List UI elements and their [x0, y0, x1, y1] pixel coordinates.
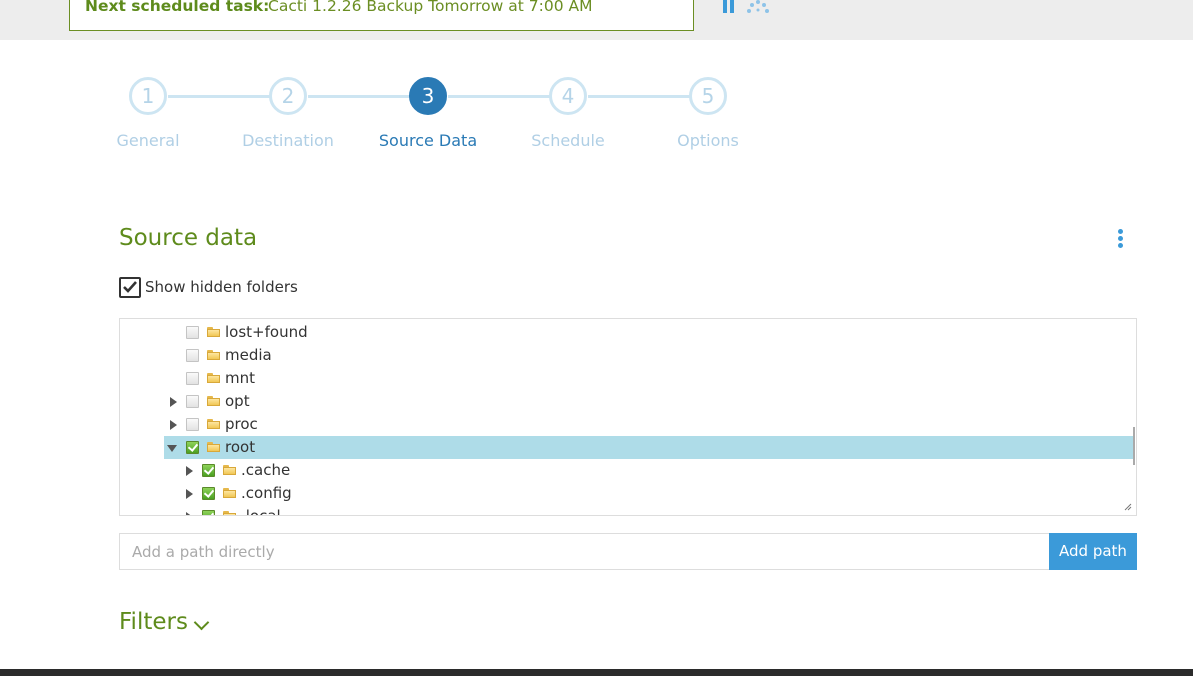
folder-icon	[207, 350, 220, 360]
node-label[interactable]: .config	[241, 484, 292, 502]
node-label[interactable]: media	[225, 346, 272, 364]
step-connector	[588, 95, 690, 98]
chevron-down-icon[interactable]	[193, 614, 210, 631]
step-4-circle[interactable]: 4	[549, 77, 587, 115]
expand-arrow-icon[interactable]	[170, 420, 177, 430]
node-checkbox[interactable]	[202, 464, 215, 477]
expand-arrow-icon[interactable]	[186, 512, 193, 515]
tree-node[interactable]: .config	[120, 482, 1136, 505]
node-label[interactable]: proc	[225, 415, 258, 433]
step-2-label[interactable]: Destination	[218, 131, 358, 150]
step-2-circle[interactable]: 2	[269, 77, 307, 115]
folder-icon	[207, 442, 220, 452]
tree-node[interactable]: mnt	[120, 367, 1136, 390]
tree-node[interactable]: proc	[120, 413, 1136, 436]
pause-icon[interactable]	[722, 0, 736, 13]
next-task-value[interactable]: Cacti 1.2.26 Backup Tomorrow at 7:00 AM	[268, 0, 592, 15]
folder-icon	[207, 327, 220, 337]
next-task-label: Next scheduled task:	[85, 0, 270, 15]
resize-handle-icon[interactable]	[1124, 503, 1132, 511]
node-checkbox[interactable]	[186, 326, 199, 339]
node-checkbox[interactable]	[186, 372, 199, 385]
step-connector	[308, 95, 410, 98]
expand-arrow-icon[interactable]	[186, 466, 193, 476]
folder-icon	[207, 419, 220, 429]
tree-node[interactable]: media	[120, 344, 1136, 367]
step-connector	[448, 95, 550, 98]
node-label[interactable]: .cache	[241, 461, 290, 479]
tree-node[interactable]: .cache	[120, 459, 1136, 482]
expand-arrow-icon[interactable]	[186, 489, 193, 499]
filters-heading[interactable]: Filters	[119, 609, 188, 635]
node-checkbox[interactable]	[202, 487, 215, 500]
expand-arrow-icon[interactable]	[170, 397, 177, 407]
checkmark-icon	[123, 281, 137, 293]
node-label[interactable]: root	[225, 438, 255, 456]
node-checkbox[interactable]	[186, 349, 199, 362]
tree-node[interactable]: opt	[120, 390, 1136, 413]
selection-highlight	[164, 436, 1134, 459]
node-label[interactable]: .local	[241, 507, 281, 515]
folder-icon	[223, 488, 236, 498]
step-1-circle[interactable]: 1	[129, 77, 167, 115]
step-5-label[interactable]: Options	[638, 131, 778, 150]
top-status-bar: Next scheduled task: Cacti 1.2.26 Backup…	[0, 0, 1193, 40]
folder-icon	[207, 373, 220, 383]
tree-node[interactable]: lost+found	[120, 321, 1136, 344]
folder-icon	[207, 396, 220, 406]
loading-spinner-icon	[747, 0, 769, 13]
node-label[interactable]: lost+found	[225, 323, 308, 341]
node-checkbox[interactable]	[186, 441, 199, 454]
folder-icon	[223, 511, 236, 515]
step-connector	[168, 95, 270, 98]
node-checkbox[interactable]	[186, 418, 199, 431]
add-path-input[interactable]	[119, 533, 1050, 570]
node-label[interactable]: opt	[225, 392, 250, 410]
next-scheduled-task-panel: Next scheduled task: Cacti 1.2.26 Backup…	[69, 0, 694, 31]
step-4-label[interactable]: Schedule	[498, 131, 638, 150]
folder-tree[interactable]: lost+found media mnt opt proc root .cach…	[119, 318, 1137, 516]
tree-scrollbar[interactable]	[1133, 427, 1135, 465]
step-3-label[interactable]: Source Data	[358, 131, 498, 150]
step-1-label[interactable]: General	[78, 131, 218, 150]
bottom-bar	[0, 669, 1193, 676]
node-checkbox[interactable]	[202, 510, 215, 515]
add-path-button[interactable]: Add path	[1049, 533, 1137, 570]
more-options-icon[interactable]	[1116, 229, 1126, 249]
node-label[interactable]: mnt	[225, 369, 255, 387]
step-5-circle[interactable]: 5	[689, 77, 727, 115]
collapse-arrow-icon[interactable]	[167, 445, 177, 452]
section-title: Source data	[119, 225, 258, 251]
step-3-circle[interactable]: 3	[409, 77, 447, 115]
show-hidden-folders-label[interactable]: Show hidden folders	[145, 278, 298, 296]
tree-node-selected[interactable]: root	[120, 436, 1136, 459]
show-hidden-folders-checkbox[interactable]	[119, 277, 141, 298]
node-checkbox[interactable]	[186, 395, 199, 408]
tree-node[interactable]: .local	[120, 505, 1136, 515]
folder-icon	[223, 465, 236, 475]
